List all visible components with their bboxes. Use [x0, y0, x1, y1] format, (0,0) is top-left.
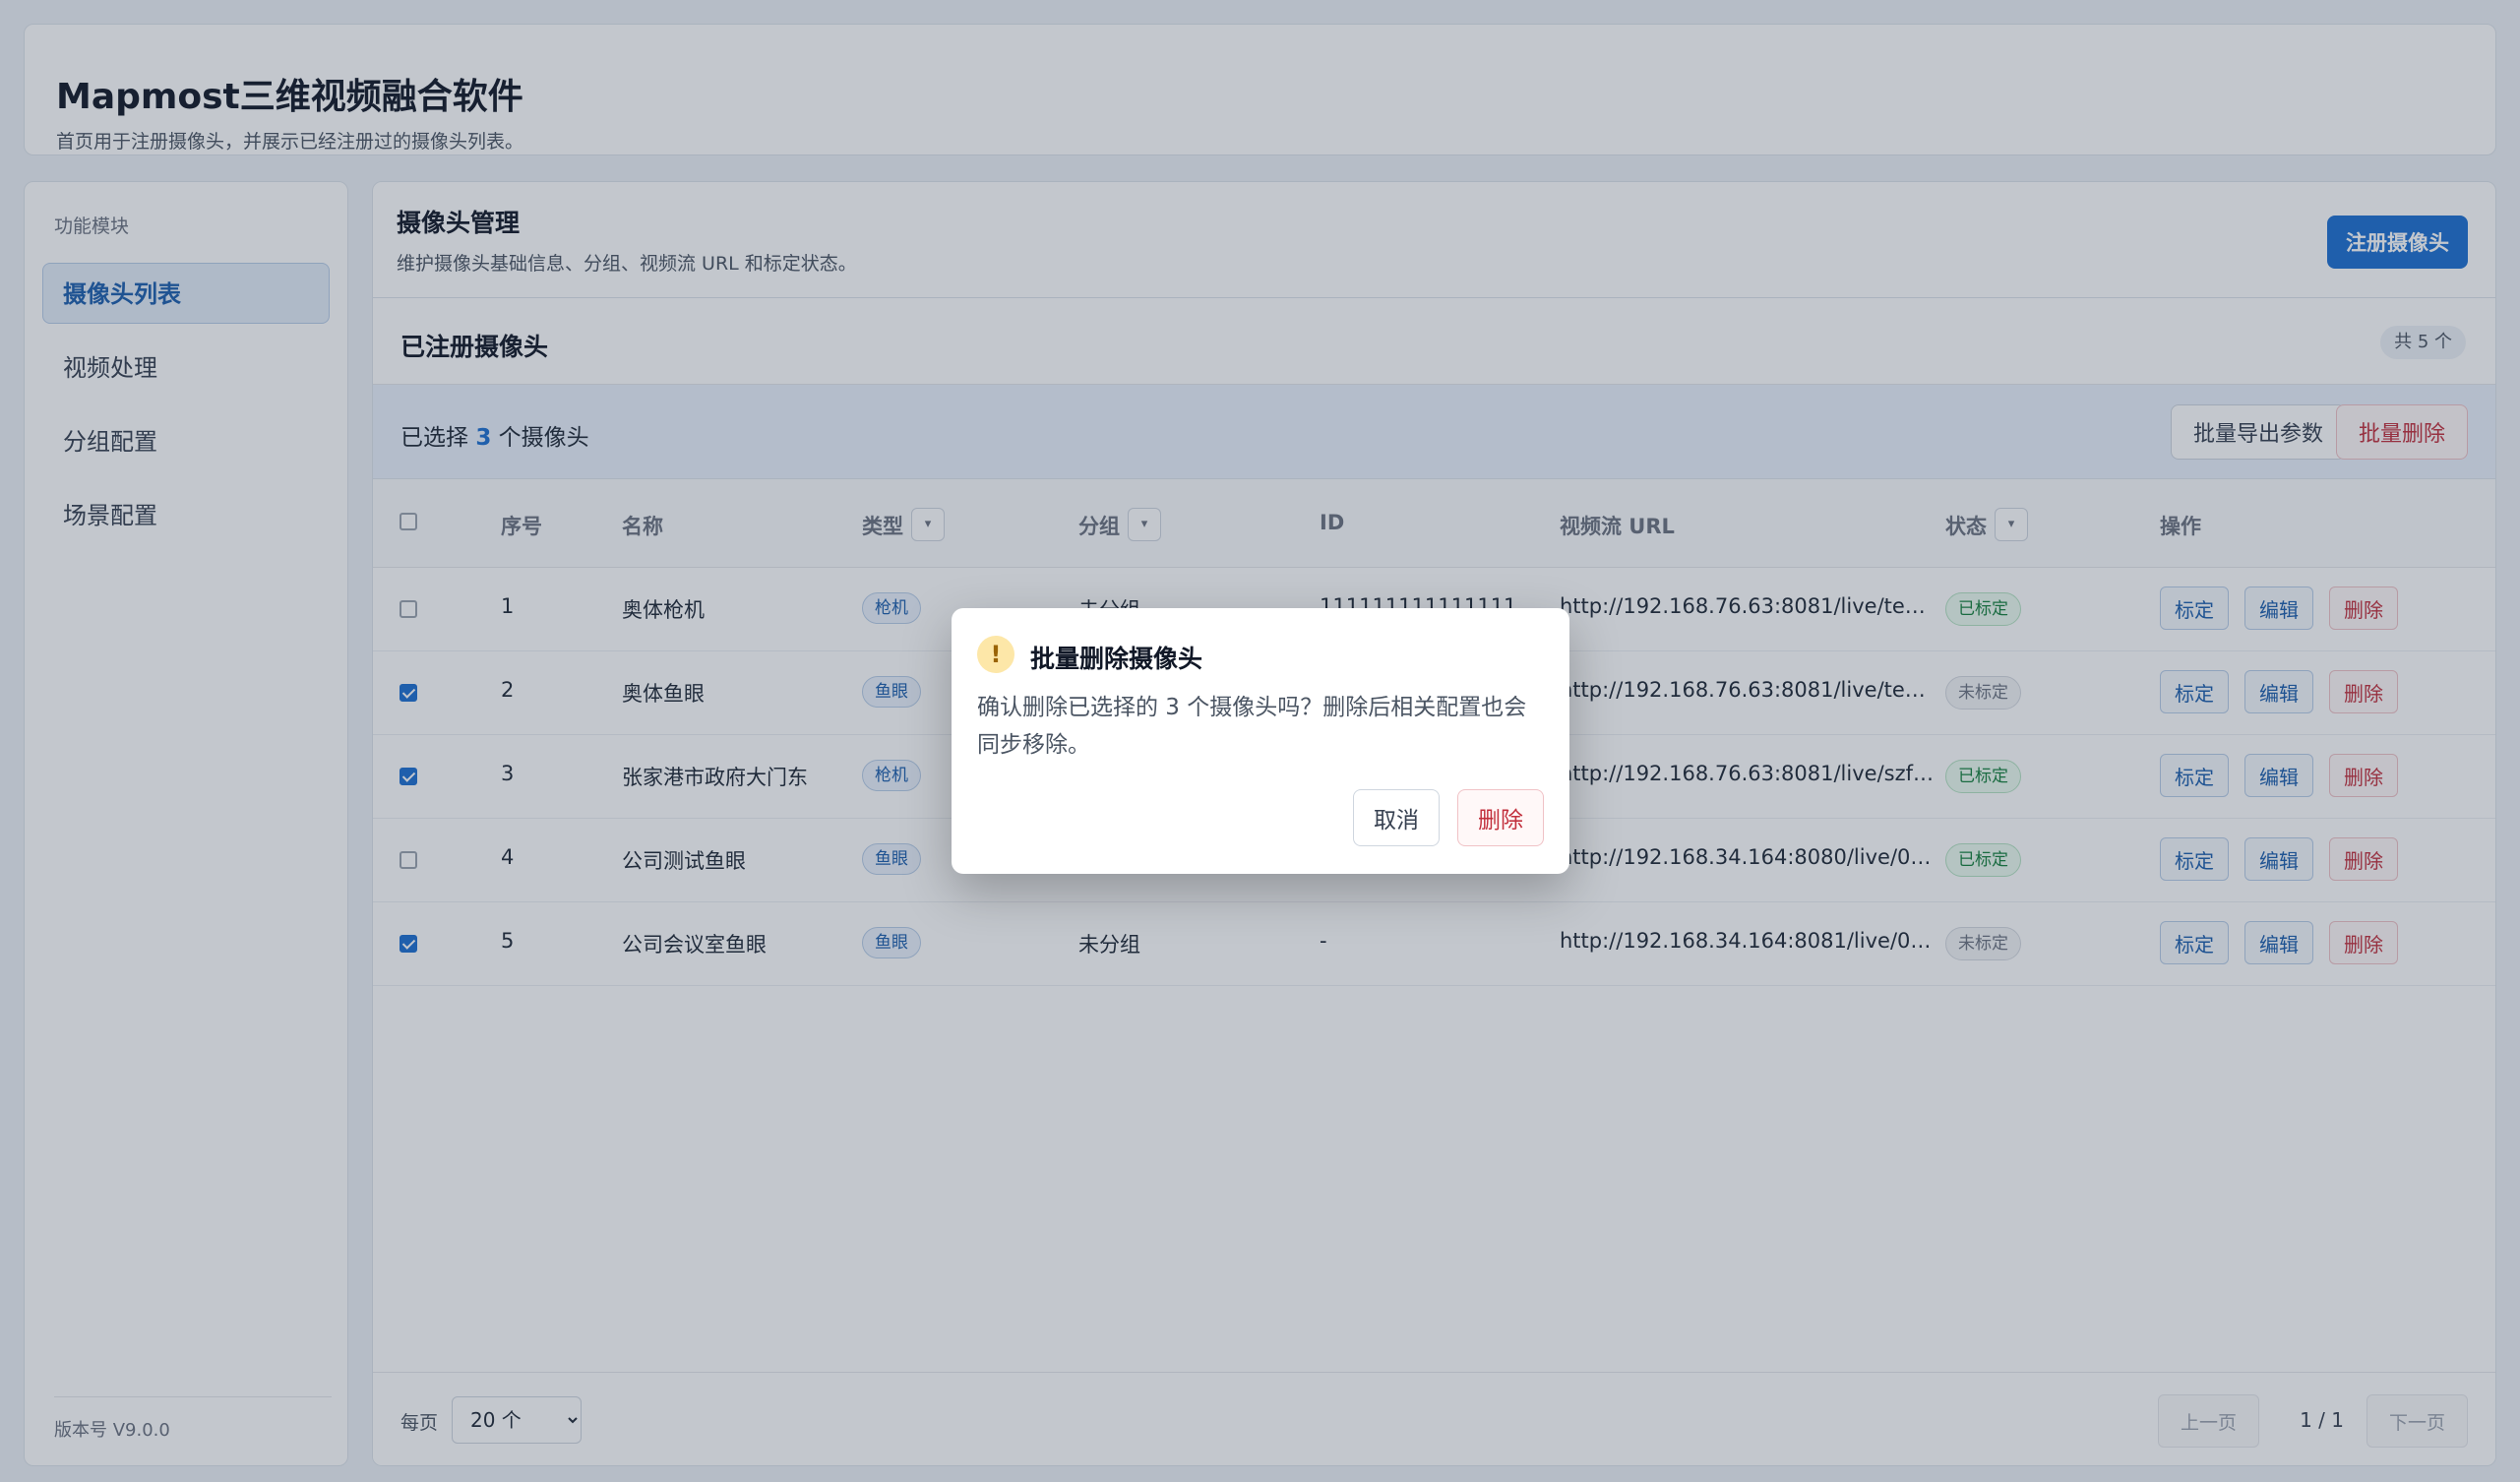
warning-icon: ! — [977, 636, 1014, 673]
dialog-message: 确认删除已选择的 3 个摄像头吗？删除后相关配置也会同步移除。 — [977, 695, 1527, 758]
dialog-cancel-button[interactable]: 取消 — [1353, 789, 1440, 846]
dialog-confirm-delete-button[interactable]: 删除 — [1457, 789, 1544, 846]
batch-delete-dialog: ! 批量删除摄像头 确认删除已选择的 3 个摄像头吗？删除后相关配置也会同步移除… — [952, 608, 1569, 874]
dialog-title: 批量删除摄像头 — [1030, 645, 1203, 673]
